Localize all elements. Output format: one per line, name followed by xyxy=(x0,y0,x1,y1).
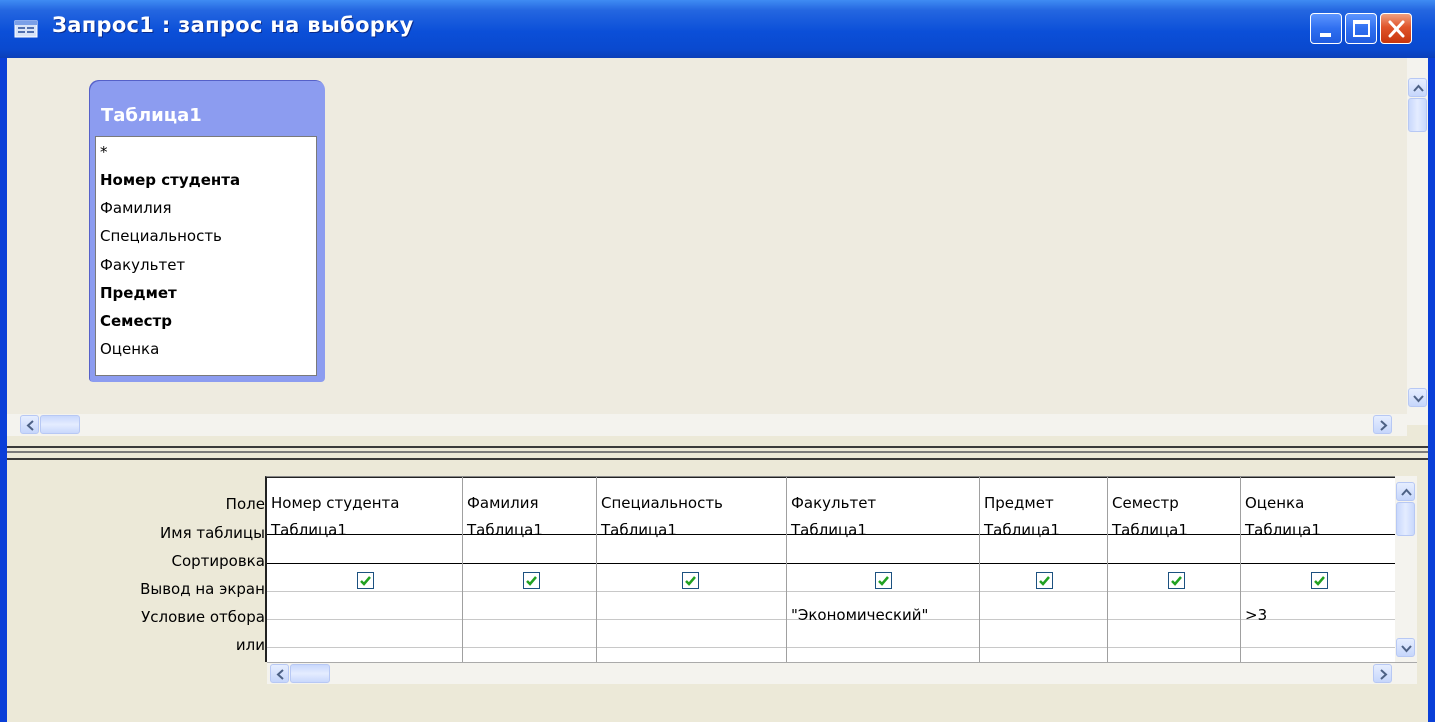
grid-cell-table[interactable]: Таблица1 xyxy=(601,521,677,539)
title-bar[interactable]: Запрос1 : запрос на выборку xyxy=(0,0,1435,58)
scroll-up-button[interactable] xyxy=(1408,78,1427,97)
pane-splitter[interactable] xyxy=(7,446,1428,460)
table-pane-horizontal-scrollbar[interactable] xyxy=(7,414,1407,436)
check-icon xyxy=(1314,576,1325,586)
check-icon xyxy=(685,576,696,586)
table-pane-area: Таблица1 * Номер студента Фамилия Специа… xyxy=(7,58,1407,425)
close-icon xyxy=(1388,20,1405,38)
grid-cell-field[interactable]: Фамилия xyxy=(467,494,539,512)
chevron-down-icon xyxy=(1401,645,1412,653)
field-list-item[interactable]: Предмет xyxy=(100,284,177,302)
grid-column[interactable]: Фамилия Таблица1 xyxy=(463,477,597,663)
grid-cell-field[interactable]: Специальность xyxy=(601,494,723,512)
maximize-button[interactable] xyxy=(1345,13,1377,44)
chevron-up-icon xyxy=(1413,84,1424,92)
field-list-item[interactable]: Оценка xyxy=(100,340,159,358)
table-field-list[interactable]: * Номер студента Фамилия Специальность Ф… xyxy=(95,136,317,376)
grid-cell-field[interactable]: Факультет xyxy=(791,494,876,512)
show-checkbox[interactable] xyxy=(1311,572,1328,589)
grid-cell-table[interactable]: Таблица1 xyxy=(1112,521,1188,539)
check-icon xyxy=(878,576,889,586)
show-checkbox[interactable] xyxy=(875,572,892,589)
scroll-thumb[interactable] xyxy=(1396,502,1415,536)
field-list-item[interactable]: * xyxy=(100,143,108,161)
show-checkbox[interactable] xyxy=(1168,572,1185,589)
field-list-item[interactable]: Фамилия xyxy=(100,199,172,217)
scroll-left-button[interactable] xyxy=(270,664,289,683)
show-checkbox[interactable] xyxy=(1036,572,1053,589)
grid-column[interactable]: Факультет Таблица1 "Экономический" xyxy=(787,477,980,663)
check-icon xyxy=(526,576,537,586)
minimize-button[interactable] xyxy=(1310,13,1342,44)
grid-cell-field[interactable]: Семестр xyxy=(1112,494,1179,512)
row-label-sort: Сортировка: xyxy=(171,552,270,570)
grid-cell-field[interactable]: Оценка xyxy=(1245,494,1304,512)
check-icon xyxy=(1039,576,1050,586)
maximize-icon xyxy=(1353,20,1370,37)
grid-cell-field[interactable]: Номер студента xyxy=(271,494,400,512)
scroll-up-button[interactable] xyxy=(1396,482,1415,501)
query-design-grid[interactable]: Номер студента Таблица1 Фамилия Таблица1 xyxy=(265,476,1397,663)
scroll-down-button[interactable] xyxy=(1396,638,1415,657)
window-title: Запрос1 : запрос на выборку xyxy=(52,13,414,37)
grid-cell-table[interactable]: Таблица1 xyxy=(467,521,543,539)
chevron-right-icon xyxy=(1380,420,1388,431)
scroll-thumb[interactable] xyxy=(290,664,330,683)
scroll-down-button[interactable] xyxy=(1408,388,1427,407)
grid-column[interactable]: Специальность Таблица1 xyxy=(597,477,787,663)
row-label-field: Поле: xyxy=(225,495,270,513)
show-checkbox[interactable] xyxy=(357,572,374,589)
row-label-criteria: Условие отбора: xyxy=(141,608,270,626)
check-icon xyxy=(1171,576,1182,586)
scroll-right-button[interactable] xyxy=(1373,415,1392,434)
grid-cell-table[interactable]: Таблица1 xyxy=(984,521,1060,539)
grid-cell-table[interactable]: Таблица1 xyxy=(271,521,347,539)
table-box[interactable]: Таблица1 * Номер студента Фамилия Специа… xyxy=(89,80,325,382)
scroll-thumb[interactable] xyxy=(40,415,80,434)
query-window-icon[interactable] xyxy=(14,19,38,39)
grid-column[interactable]: Семестр Таблица1 xyxy=(1108,477,1241,663)
chevron-right-icon xyxy=(1380,669,1388,680)
show-checkbox[interactable] xyxy=(523,572,540,589)
row-label-show: Вывод на экран: xyxy=(140,580,270,598)
query-design-window: Запрос1 : запрос на выборку Таблица1 * Н… xyxy=(0,0,1435,722)
chevron-down-icon xyxy=(1413,395,1424,403)
field-list-item[interactable]: Семестр xyxy=(100,312,172,330)
chevron-left-icon xyxy=(26,420,34,431)
table-pane-vertical-scrollbar[interactable] xyxy=(1407,58,1428,425)
grid-cell-table[interactable]: Таблица1 xyxy=(791,521,867,539)
scroll-right-button[interactable] xyxy=(1373,664,1392,683)
chevron-left-icon xyxy=(276,669,284,680)
query-grid-pane: Поле: Имя таблицы: Сортировка: Вывод на … xyxy=(7,460,1428,722)
minimize-icon xyxy=(1320,33,1331,37)
grid-cell-criteria[interactable]: "Экономический" xyxy=(791,606,928,624)
grid-column[interactable]: Предмет Таблица1 xyxy=(980,477,1108,663)
table-pane: Таблица1 * Номер студента Фамилия Специа… xyxy=(7,58,1428,446)
chevron-up-icon xyxy=(1401,488,1412,496)
table-box-title: Таблица1 xyxy=(101,105,202,126)
grid-cell-field[interactable]: Предмет xyxy=(984,494,1054,512)
grid-cell-criteria[interactable]: >3 xyxy=(1245,606,1267,624)
check-icon xyxy=(360,576,371,586)
field-list-item[interactable]: Номер студента xyxy=(100,171,240,189)
grid-vertical-scrollbar[interactable] xyxy=(1395,476,1417,662)
close-button[interactable] xyxy=(1380,13,1412,44)
grid-horizontal-scrollbar[interactable] xyxy=(267,662,1417,684)
show-checkbox[interactable] xyxy=(682,572,699,589)
scroll-thumb[interactable] xyxy=(1408,98,1427,132)
grid-cell-table[interactable]: Таблица1 xyxy=(1245,521,1321,539)
field-list-item[interactable]: Специальность xyxy=(100,227,222,245)
field-list-item[interactable]: Факультет xyxy=(100,256,185,274)
row-label-table: Имя таблицы: xyxy=(160,524,270,542)
scroll-left-button[interactable] xyxy=(20,415,39,434)
grid-column[interactable]: Номер студента Таблица1 xyxy=(267,477,463,663)
grid-column[interactable]: Оценка Таблица1 >3 xyxy=(1241,477,1397,663)
